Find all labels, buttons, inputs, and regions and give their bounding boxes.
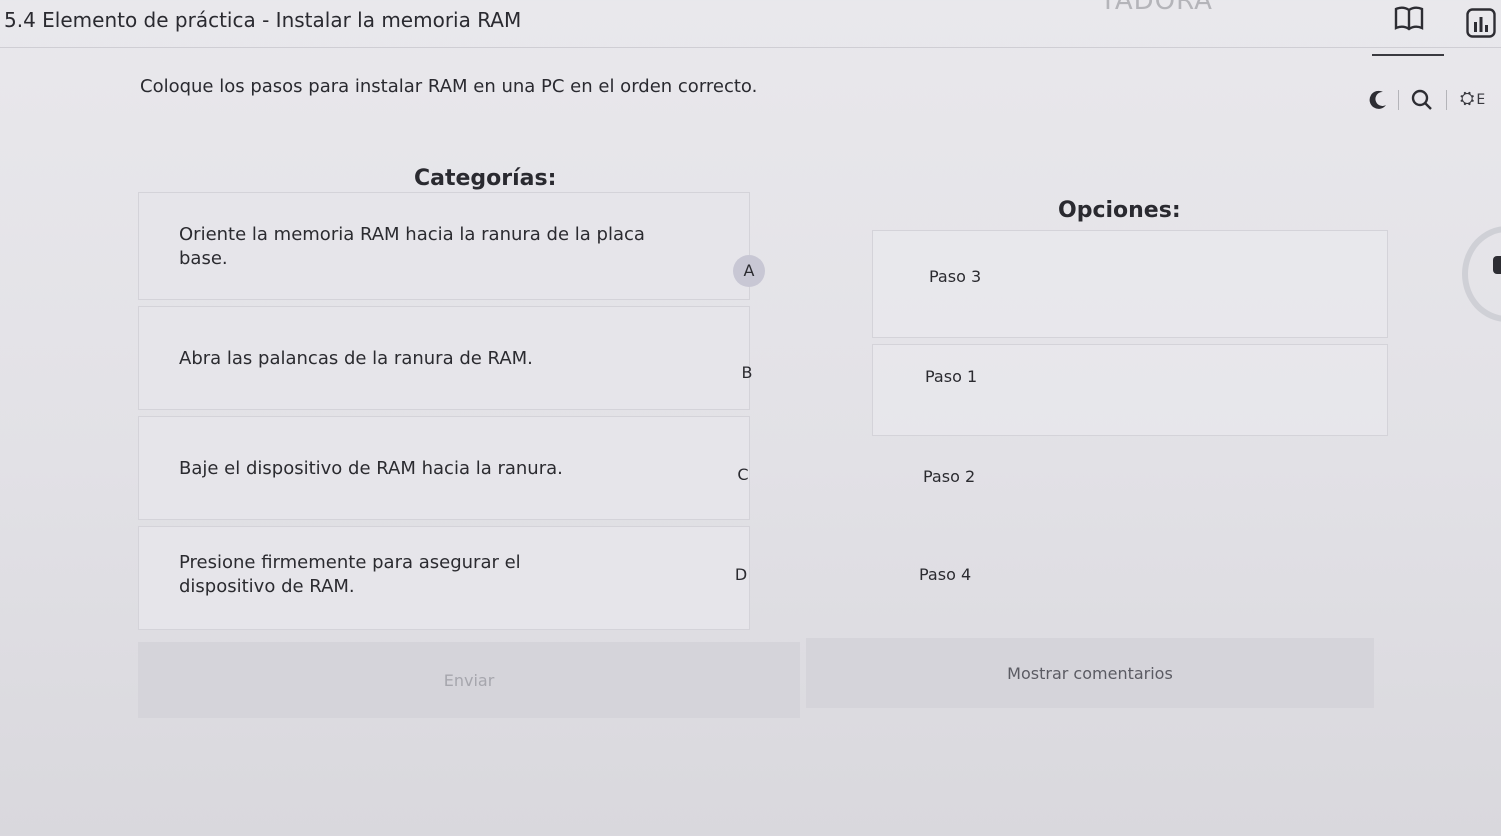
bar-chart-icon[interactable] bbox=[1466, 8, 1496, 43]
categories-heading: Categorías: bbox=[414, 166, 557, 191]
option-item[interactable]: Paso 3 bbox=[872, 230, 1388, 338]
options-heading: Opciones: bbox=[1058, 198, 1181, 223]
page-title: 5.4 Elemento de práctica - Instalar la m… bbox=[4, 8, 522, 32]
side-scroll-control[interactable] bbox=[1462, 226, 1501, 322]
category-text: Baje el dispositivo de RAM hacia la ranu… bbox=[179, 458, 563, 479]
translate-label: E bbox=[1476, 92, 1486, 108]
book-icon[interactable] bbox=[1394, 6, 1424, 37]
moon-icon[interactable] bbox=[1368, 90, 1388, 115]
category-item[interactable]: Oriente la memoria RAM hacia la ranura d… bbox=[138, 192, 765, 300]
translate-glyph: ⛭ bbox=[1460, 88, 1475, 109]
option-item[interactable]: Paso 2 bbox=[872, 442, 1388, 534]
category-letter-badge[interactable]: B bbox=[731, 357, 763, 389]
option-label: Paso 2 bbox=[923, 467, 976, 486]
book-tab-underline bbox=[1372, 54, 1444, 56]
option-label: Paso 4 bbox=[919, 565, 972, 584]
option-label: Paso 1 bbox=[925, 367, 978, 386]
category-item[interactable]: Abra las palancas de la ranura de RAM. B bbox=[138, 306, 752, 410]
option-item[interactable]: Paso 1 bbox=[872, 344, 1388, 436]
option-item[interactable]: Paso 4 bbox=[872, 540, 1388, 632]
toolbar-separator bbox=[1446, 90, 1447, 110]
category-item[interactable]: Baje el dispositivo de RAM hacia la ranu… bbox=[138, 416, 750, 520]
header-faded-text: TADORA bbox=[1100, 0, 1213, 16]
header-divider bbox=[0, 47, 1501, 48]
category-text: Presione firmemente para asegurar el dis… bbox=[179, 552, 521, 597]
side-handle-icon bbox=[1493, 256, 1501, 274]
translate-icon[interactable]: ⛭ E bbox=[1460, 90, 1485, 108]
category-letter-badge[interactable]: D bbox=[725, 559, 757, 591]
search-icon[interactable] bbox=[1410, 88, 1434, 117]
toolbar-separator bbox=[1398, 90, 1399, 110]
submit-button[interactable]: Enviar bbox=[138, 642, 800, 718]
show-feedback-button[interactable]: Mostrar comentarios bbox=[806, 638, 1374, 708]
category-text: Oriente la memoria RAM hacia la ranura d… bbox=[179, 224, 645, 269]
category-letter-badge[interactable]: A bbox=[733, 255, 765, 287]
option-label: Paso 3 bbox=[929, 267, 982, 286]
category-item[interactable]: Presione firmemente para asegurar el dis… bbox=[138, 526, 750, 630]
category-letter-badge[interactable]: C bbox=[727, 459, 759, 491]
instructions-text: Coloque los pasos para instalar RAM en u… bbox=[140, 76, 758, 97]
category-text: Abra las palancas de la ranura de RAM. bbox=[179, 348, 533, 369]
